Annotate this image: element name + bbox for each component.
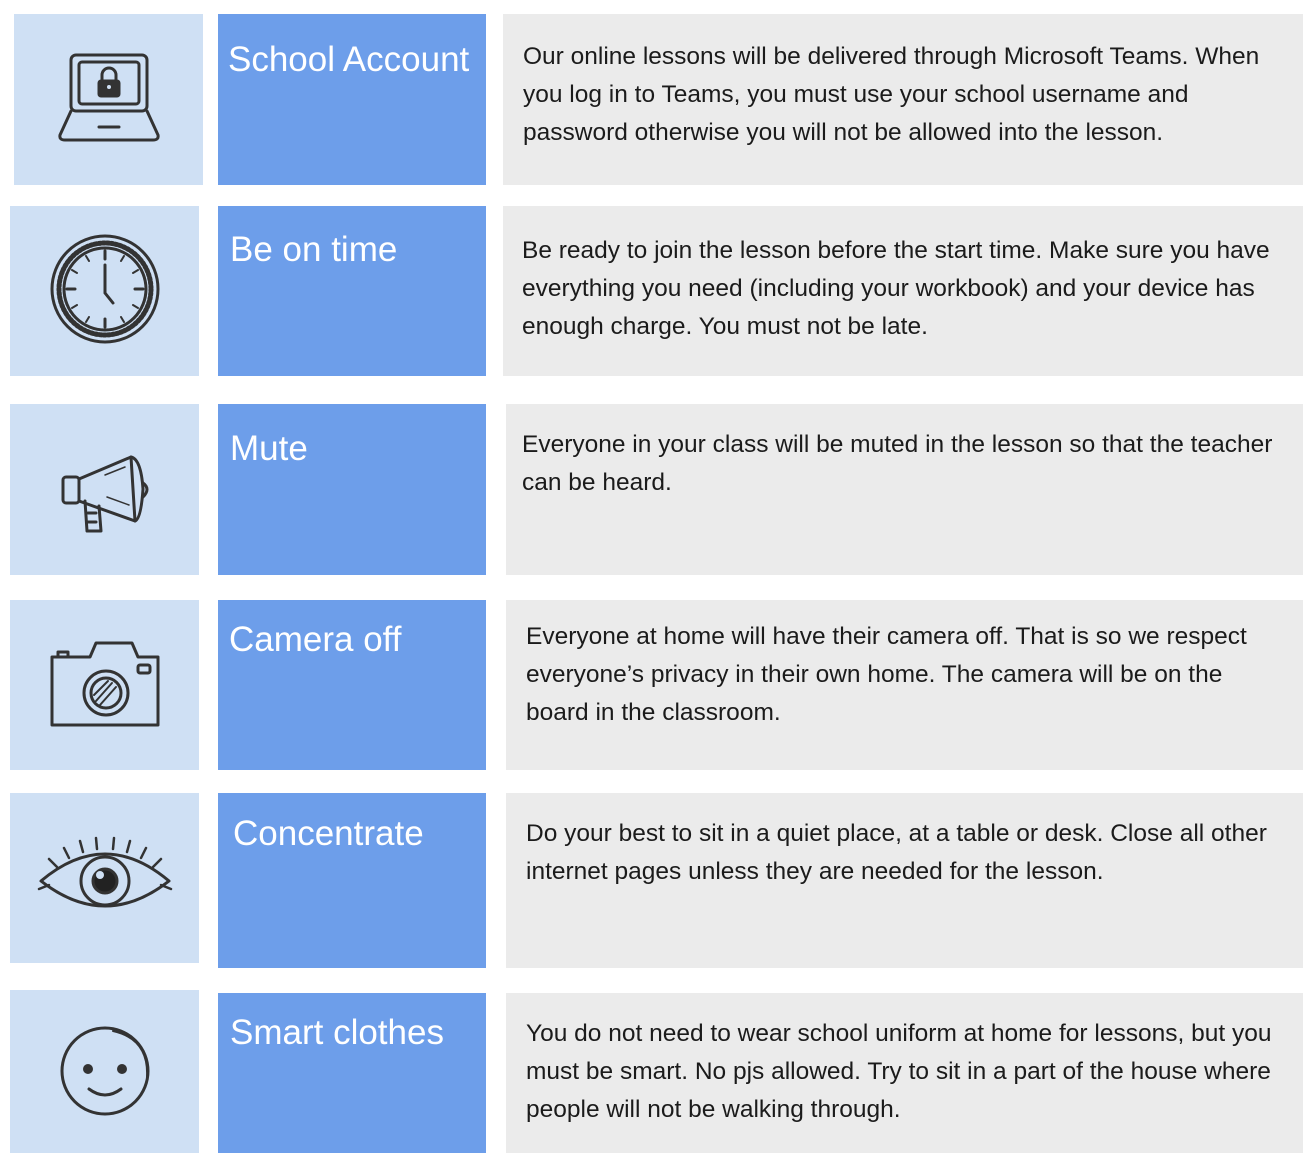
rule-title-be-on-time: Be on time: [218, 206, 486, 376]
rule-description-be-on-time: Be ready to join the lesson before the s…: [503, 206, 1303, 376]
rule-description-text: Be ready to join the lesson before the s…: [522, 237, 1270, 340]
icon-panel-school-account: [14, 14, 203, 185]
rule-title-text: School Account: [228, 40, 470, 79]
rule-description-text: You do not need to wear school uniform a…: [526, 1020, 1272, 1123]
rule-description-mute: Everyone in your class will be muted in …: [506, 404, 1303, 575]
megaphone-icon: [55, 439, 155, 540]
rule-title-text: Camera off: [229, 620, 402, 659]
rule-title-smart-clothes: Smart clothes: [218, 993, 486, 1153]
rule-title-concentrate: Concentrate: [218, 793, 486, 968]
rule-description-text: Our online lessons will be delivered thr…: [523, 43, 1260, 146]
icon-panel-camera-off: [10, 600, 199, 770]
rule-title-school-account: School Account: [218, 14, 486, 185]
laptop-lock-icon: [54, 47, 164, 152]
icon-panel-concentrate: [10, 793, 199, 963]
rule-description-school-account: Our online lessons will be delivered thr…: [503, 14, 1303, 185]
rule-title-text: Mute: [230, 429, 308, 468]
rule-title-text: Smart clothes: [230, 1013, 444, 1052]
smiley-face-icon: [55, 1019, 155, 1124]
rule-title-mute: Mute: [218, 404, 486, 575]
rule-title-text: Be on time: [230, 230, 398, 269]
icon-panel-mute: [10, 404, 199, 575]
icon-panel-smart-clothes: [10, 990, 199, 1153]
rule-description-text: Everyone in your class will be muted in …: [522, 431, 1273, 496]
rule-description-camera-off: Everyone at home will have their camera …: [506, 600, 1303, 770]
camera-icon: [46, 635, 164, 736]
rule-description-concentrate: Do your best to sit in a quiet place, at…: [506, 793, 1303, 968]
eye-icon: [35, 831, 175, 926]
icon-panel-be-on-time: [10, 206, 199, 376]
rule-description-text: Do your best to sit in a quiet place, at…: [526, 820, 1267, 885]
rule-title-camera-off: Camera off: [218, 600, 486, 770]
rule-title-text: Concentrate: [233, 814, 424, 853]
clock-icon: [47, 231, 163, 352]
rule-description-smart-clothes: You do not need to wear school uniform a…: [506, 993, 1303, 1153]
rule-description-text: Everyone at home will have their camera …: [526, 623, 1247, 726]
